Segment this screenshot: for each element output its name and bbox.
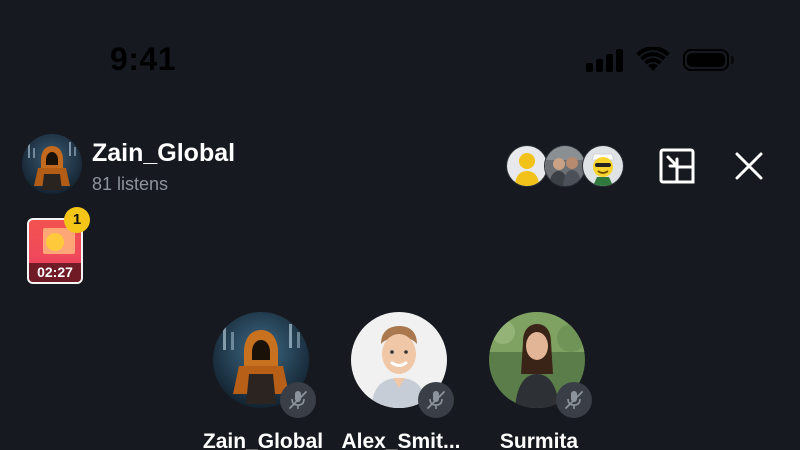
host-name: Zain_Global — [92, 139, 236, 167]
status-icons — [586, 46, 734, 74]
gift-count-badge: 1 — [64, 207, 90, 233]
gift-timer: 02:27 — [29, 263, 81, 282]
speaker-name: Surmita — [499, 430, 579, 450]
listener-avatar-yellow[interactable] — [506, 145, 548, 187]
muted-mic-indicator — [280, 382, 316, 418]
host-avatar[interactable] — [22, 134, 82, 194]
muted-mic-indicator — [418, 382, 454, 418]
listens-count: 81 listens — [92, 174, 169, 194]
minimize-button[interactable] — [657, 146, 697, 186]
speaker-name: Zain_Global — [202, 430, 324, 450]
cellular-signal-icon — [586, 48, 623, 72]
mic-off-icon — [289, 391, 307, 409]
close-icon — [735, 152, 763, 180]
listener-avatars[interactable] — [506, 145, 624, 187]
listener-avatar-photo[interactable] — [544, 145, 586, 187]
battery-icon — [683, 49, 734, 71]
minimize-icon — [659, 148, 695, 184]
mic-off-icon — [427, 391, 445, 409]
live-audio-room-screen: 9:41 Zain_Global 81 listens 02:27 1 Zain… — [0, 0, 800, 450]
close-button[interactable] — [729, 146, 769, 186]
speaker-name: Alex_Smit... — [341, 430, 461, 450]
muted-mic-indicator — [556, 382, 592, 418]
listener-avatar-emoji[interactable] — [582, 145, 624, 187]
status-time: 9:41 — [110, 41, 177, 77]
wifi-icon — [636, 47, 670, 71]
mic-off-icon — [565, 391, 583, 409]
